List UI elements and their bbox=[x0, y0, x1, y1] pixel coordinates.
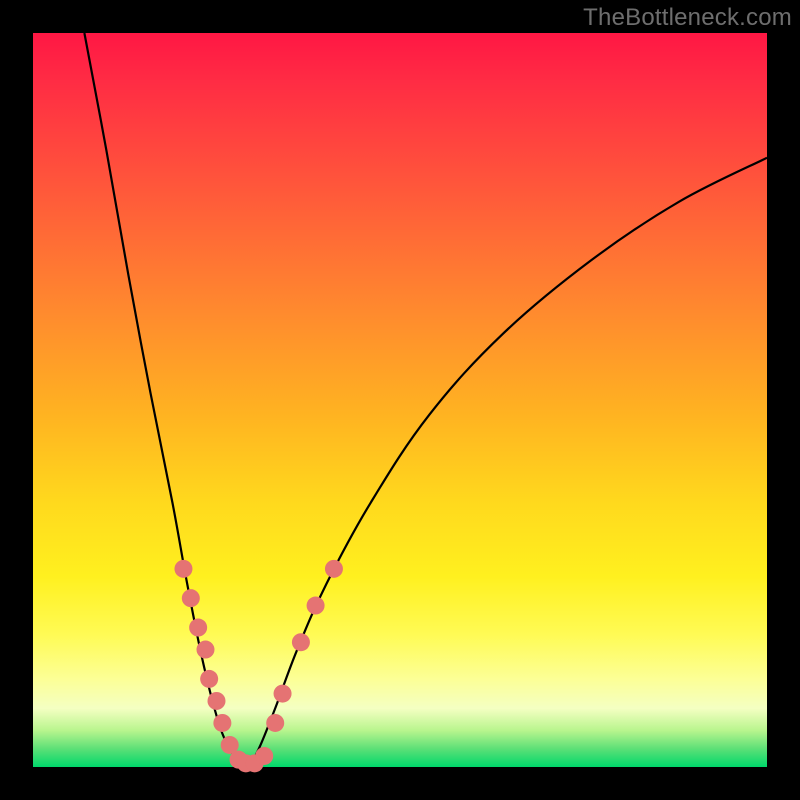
watermark-text: TheBottleneck.com bbox=[583, 4, 792, 32]
outer-frame: TheBottleneck.com bbox=[0, 0, 800, 800]
data-marker bbox=[174, 560, 192, 578]
right-curve bbox=[250, 158, 767, 767]
data-marker bbox=[200, 670, 218, 688]
data-marker bbox=[189, 619, 207, 637]
data-marker bbox=[307, 597, 325, 615]
data-marker bbox=[266, 714, 284, 732]
data-marker bbox=[325, 560, 343, 578]
data-marker bbox=[255, 747, 273, 765]
data-marker bbox=[213, 714, 231, 732]
data-marker bbox=[292, 633, 310, 651]
data-marker bbox=[196, 641, 214, 659]
data-marker bbox=[182, 589, 200, 607]
data-marker bbox=[274, 685, 292, 703]
chart-svg bbox=[33, 33, 767, 767]
left-curve bbox=[84, 33, 249, 767]
marker-group bbox=[174, 560, 342, 773]
data-marker bbox=[208, 692, 226, 710]
